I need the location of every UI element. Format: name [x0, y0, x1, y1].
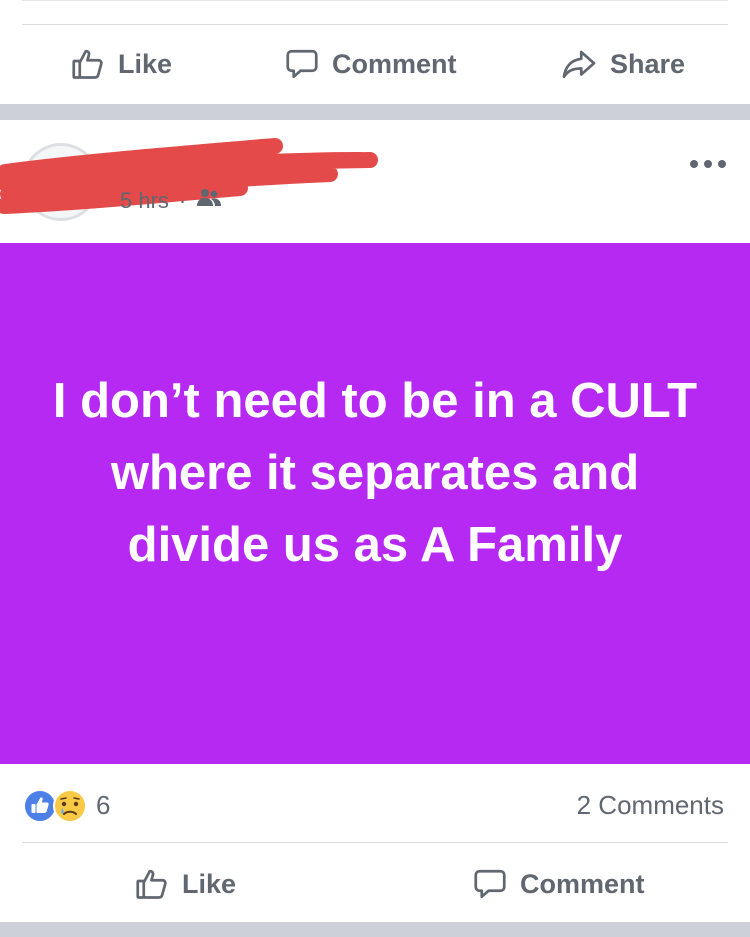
thumbs-up-icon: [70, 46, 106, 82]
more-dot: [718, 160, 726, 168]
post-time[interactable]: 5 hrs: [120, 188, 169, 214]
like-button[interactable]: Like: [70, 46, 172, 82]
share-arrow-icon: [560, 46, 598, 82]
like-label: Like: [182, 868, 237, 899]
comment-button[interactable]: Comment: [284, 46, 457, 82]
share-button[interactable]: Share: [560, 46, 685, 82]
reaction-icons[interactable]: [22, 788, 92, 824]
more-options-button[interactable]: [690, 160, 726, 168]
actions-divider-top: [22, 24, 728, 25]
like-label: Like: [118, 48, 173, 79]
post-text: I don’t need to be in a CULT where it se…: [52, 374, 698, 572]
post-like-button[interactable]: Like: [134, 866, 236, 902]
post-comment-button[interactable]: Comment: [472, 866, 645, 902]
comments-count[interactable]: 2 Comments: [577, 790, 724, 821]
more-dot: [704, 160, 712, 168]
meta-dot: ·: [178, 188, 187, 213]
top-divider: [22, 0, 728, 1]
sad-reaction-icon: [53, 789, 87, 823]
share-label: Share: [610, 48, 686, 79]
actions-divider-bottom: [22, 842, 728, 843]
post-meta: 5 hrs ·: [120, 188, 222, 214]
bottom-separator: [0, 922, 750, 937]
reaction-count[interactable]: 6: [96, 790, 110, 821]
thumbs-up-icon: [134, 866, 170, 902]
comment-label: Comment: [520, 868, 645, 899]
like-reaction-icon: [23, 789, 57, 823]
comment-label: Comment: [332, 48, 457, 79]
more-dot: [690, 160, 698, 168]
speech-bubble-icon: [472, 866, 508, 902]
post-separator: [0, 104, 750, 120]
friends-audience-icon[interactable]: [196, 188, 222, 214]
speech-bubble-icon: [284, 46, 320, 82]
